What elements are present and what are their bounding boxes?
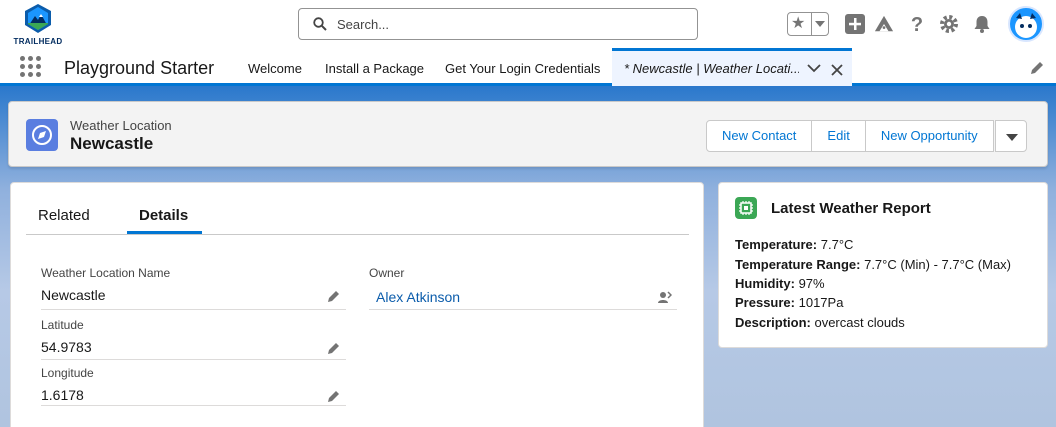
edit-pencil-icon[interactable] bbox=[327, 290, 340, 303]
logo-text: TRAILHEAD bbox=[13, 37, 63, 46]
owner-link[interactable]: Alex Atkinson bbox=[376, 289, 460, 305]
more-actions-button[interactable] bbox=[994, 120, 1027, 152]
weather-description: Description: overcast clouds bbox=[735, 315, 905, 330]
svg-text:?: ? bbox=[911, 14, 923, 34]
close-icon[interactable] bbox=[830, 63, 844, 77]
change-owner-icon[interactable] bbox=[658, 290, 672, 304]
field-weather-location-name: Weather Location Name Newcastle bbox=[41, 266, 346, 310]
edit-button[interactable]: Edit bbox=[811, 120, 866, 152]
weather-chip-icon bbox=[735, 197, 757, 219]
chevron-down-icon bbox=[815, 21, 825, 27]
app-name: Playground Starter bbox=[64, 58, 215, 78]
app-launcher-icon[interactable] bbox=[20, 56, 42, 78]
chevron-down-icon bbox=[1005, 134, 1018, 141]
astro-avatar-icon bbox=[1015, 13, 1037, 38]
trailhead-guide-icon[interactable] bbox=[874, 14, 894, 34]
weather-pressure: Pressure: 1017Pa bbox=[735, 295, 844, 310]
compass-icon bbox=[26, 119, 58, 151]
longitude-value: 1.6178 bbox=[41, 387, 84, 403]
active-tab-label: * Newcastle | Weather Locati... bbox=[624, 61, 799, 76]
chevron-down-icon[interactable] bbox=[807, 63, 821, 73]
record-title: Newcastle bbox=[70, 134, 154, 153]
notification-bell-icon[interactable] bbox=[972, 14, 992, 34]
new-opportunity-button[interactable]: New Opportunity bbox=[864, 120, 994, 152]
field-latitude: Latitude 54.9783 bbox=[41, 318, 346, 360]
field-owner: Owner Alex Atkinson bbox=[369, 266, 677, 310]
new-contact-button[interactable]: New Contact bbox=[706, 120, 813, 152]
trailhead-logo-icon bbox=[25, 4, 51, 33]
tab-details[interactable]: Details bbox=[139, 207, 188, 224]
active-tab-indicator bbox=[127, 231, 202, 234]
app-navigation-bar: Playground Starter Welcome Install a Pac… bbox=[0, 48, 1056, 86]
star-icon: ★ bbox=[791, 15, 806, 32]
weather-humidity: Humidity: 97% bbox=[735, 276, 825, 291]
record-tabs: Related Details bbox=[26, 183, 689, 235]
gear-icon[interactable] bbox=[939, 14, 959, 34]
search-placeholder: Search... bbox=[337, 17, 390, 32]
field-longitude: Longitude 1.6178 bbox=[41, 366, 346, 406]
nav-item-welcome[interactable]: Welcome bbox=[248, 61, 302, 76]
nav-item-install-package[interactable]: Install a Package bbox=[325, 61, 424, 76]
weather-card-title: Latest Weather Report bbox=[771, 200, 931, 217]
trailhead-logo[interactable]: TRAILHEAD bbox=[10, 3, 68, 47]
edit-pencil-icon[interactable] bbox=[327, 342, 340, 355]
latitude-value: 54.9783 bbox=[41, 339, 92, 355]
record-object-type: Weather Location bbox=[70, 118, 172, 133]
record-actions: New Contact Edit New Opportunity bbox=[706, 120, 1027, 152]
tab-newcastle-weather-location[interactable]: * Newcastle | Weather Locati... bbox=[612, 48, 852, 86]
record-header: Weather Location Newcastle New Contact E… bbox=[8, 101, 1048, 167]
weather-report-card: Latest Weather Report Temperature: 7.7°C… bbox=[718, 182, 1048, 348]
nav-item-login-credentials[interactable]: Get Your Login Credentials bbox=[445, 61, 600, 76]
edit-nav-pencil-icon[interactable] bbox=[1030, 61, 1044, 75]
weather-temperature-range: Temperature Range: 7.7°C (Min) - 7.7°C (… bbox=[735, 257, 1012, 272]
weather-temperature: Temperature: 7.7°C bbox=[735, 237, 854, 252]
tab-related[interactable]: Related bbox=[38, 207, 90, 224]
search-input[interactable]: Search... bbox=[298, 8, 698, 40]
edit-pencil-icon[interactable] bbox=[327, 390, 340, 403]
user-avatar[interactable] bbox=[1008, 6, 1044, 42]
help-icon[interactable]: ? bbox=[907, 14, 927, 34]
add-icon[interactable] bbox=[845, 14, 865, 34]
search-icon bbox=[313, 17, 327, 31]
record-detail-card: Related Details Weather Location Name Ne… bbox=[10, 182, 704, 427]
favorites-button[interactable]: ★ bbox=[787, 12, 829, 36]
global-header: TRAILHEAD Search... ★ ? bbox=[0, 0, 1056, 48]
weather-location-name-value: Newcastle bbox=[41, 287, 106, 303]
